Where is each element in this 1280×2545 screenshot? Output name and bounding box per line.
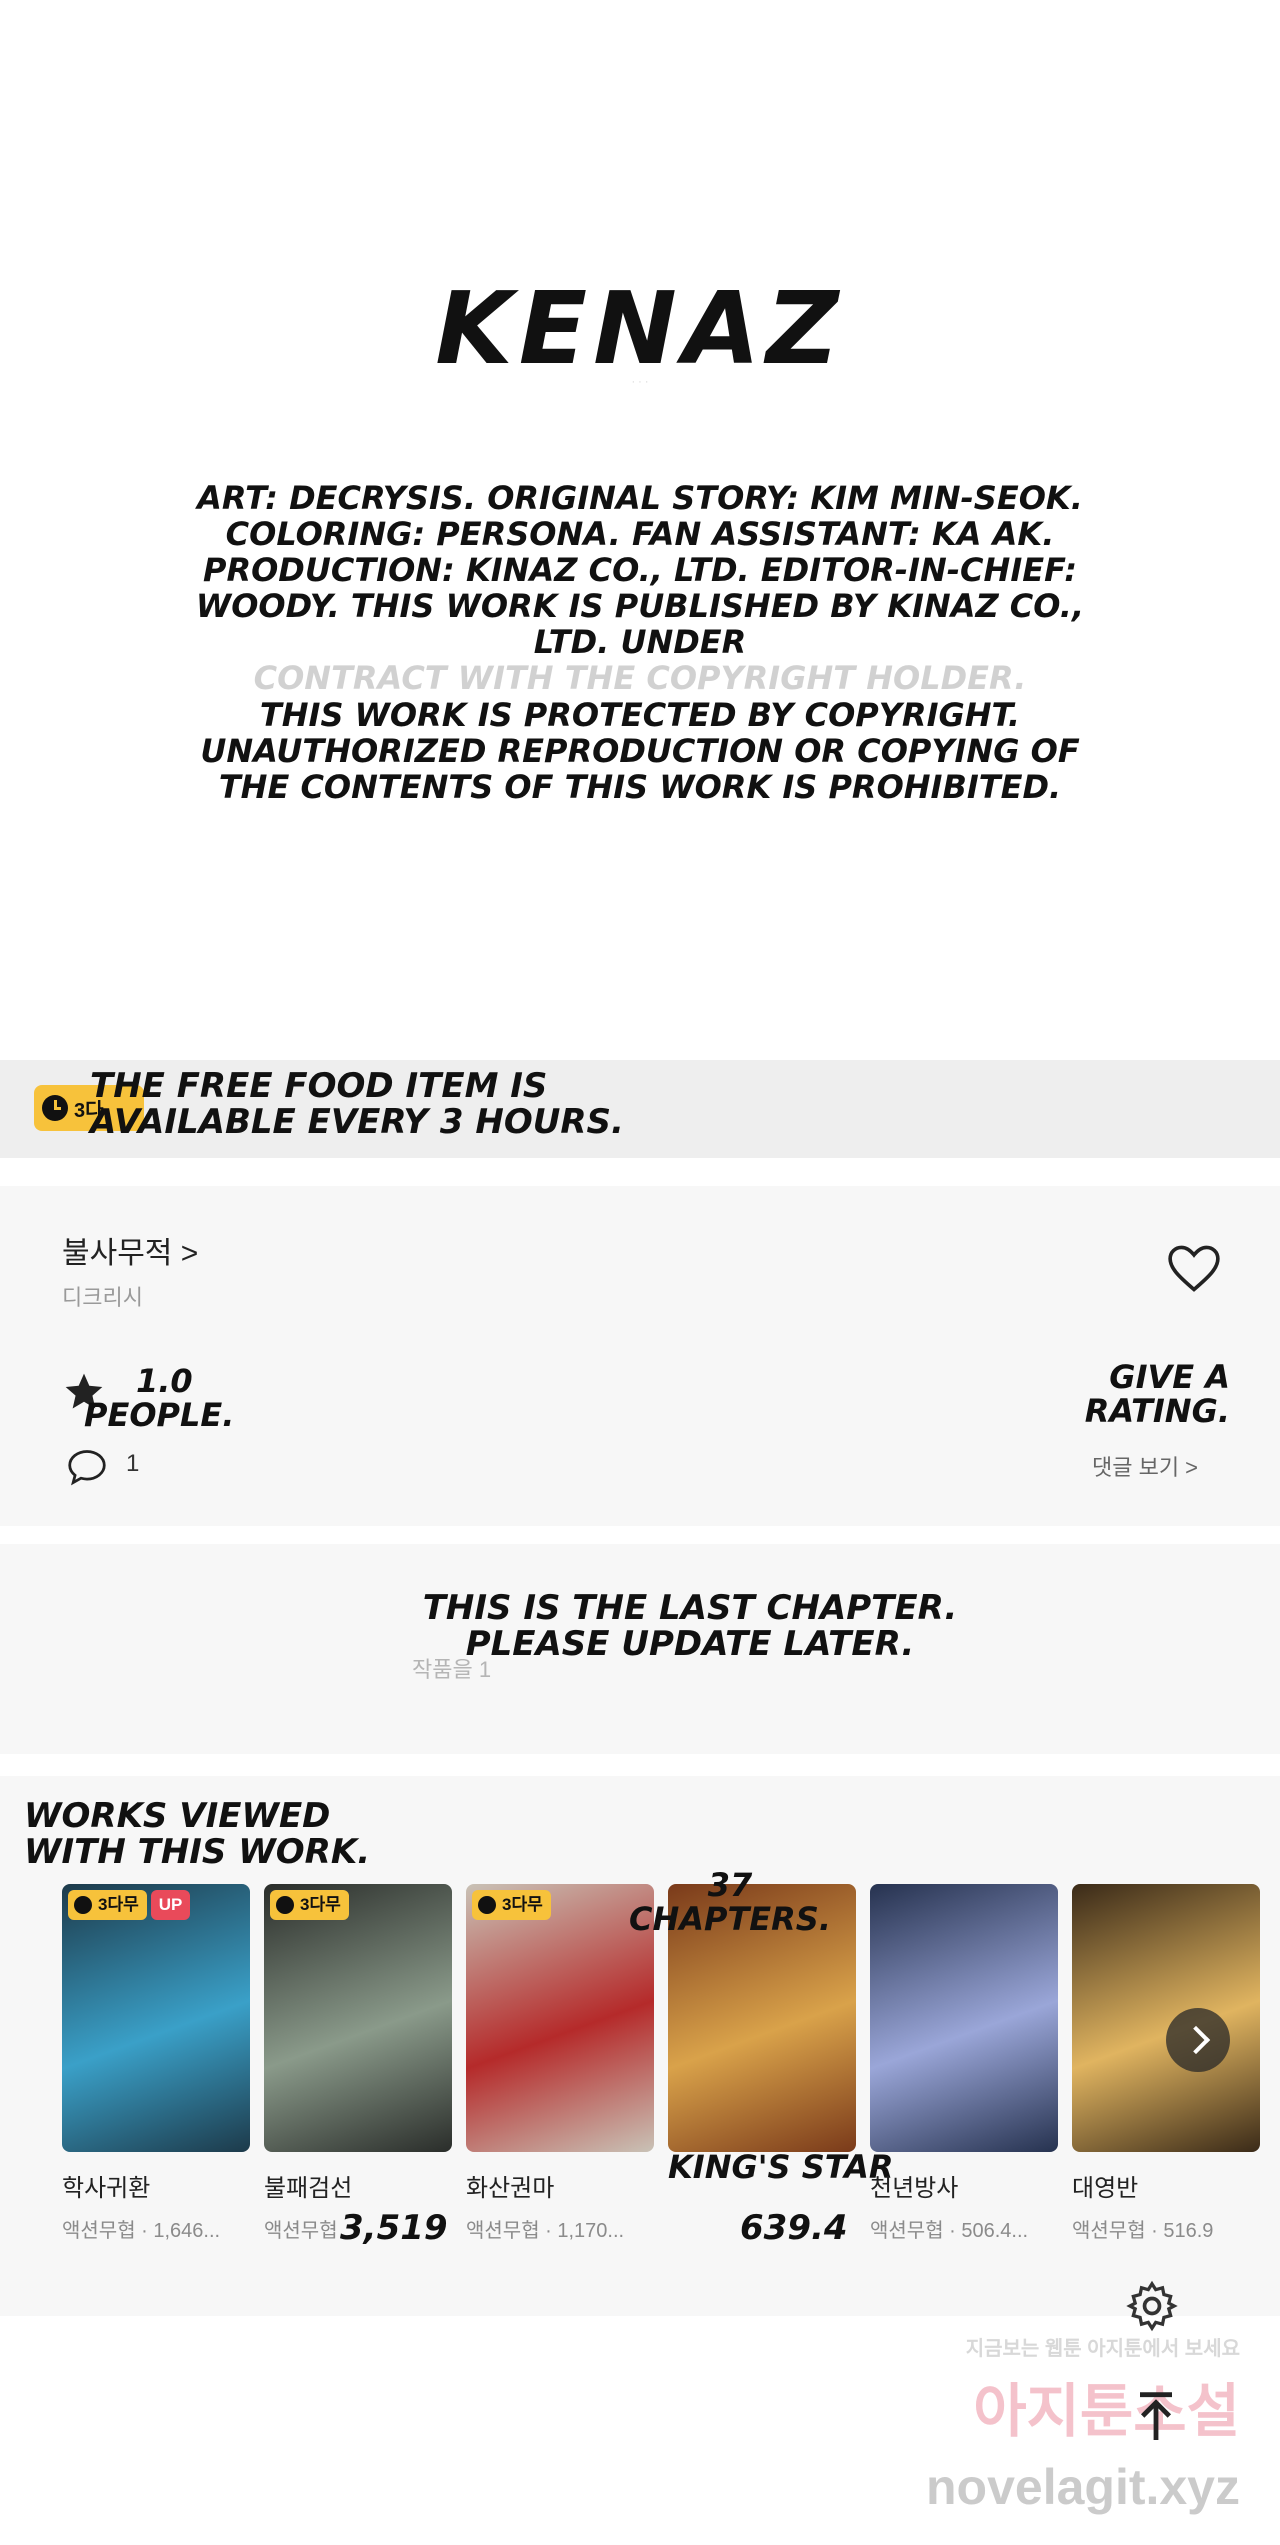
- rec-meta: 액션무협 · 506.4...: [870, 2220, 1029, 2242]
- rec-thumbnail[interactable]: [870, 1884, 1058, 2152]
- comment-count: 1: [126, 1450, 140, 1477]
- rec-badges: 3다무 UP: [68, 1890, 191, 1920]
- rec-views-count: 3,519: [340, 2208, 448, 2248]
- rec-meta: 액션무협 · 516.9: [1072, 2220, 1214, 2242]
- rec-meta: 액션무협 · 1,170...: [466, 2220, 625, 2242]
- work-title-link[interactable]: 불사무적 >: [62, 1228, 198, 1272]
- carousel-next-button[interactable]: [1166, 2008, 1230, 2072]
- rec-thumbnail[interactable]: 3다무: [264, 1884, 452, 2152]
- divider: [0, 1158, 1280, 1186]
- credits-ghost-text: CONTRACT WITH THE COPYRIGHT HOLDER.: [253, 659, 1027, 697]
- copyright-notice: THIS WORK IS PROTECTED BY COPYRIGHT. UNA…: [200, 696, 1080, 806]
- last-chapter-text: THIS IS THE LAST CHAPTER. PLEASE UPDATE …: [422, 1588, 958, 1664]
- rec-thumbnail[interactable]: [1072, 1884, 1260, 2152]
- studio-logo: KENAZ: [435, 270, 845, 387]
- logo-subtitle: · · ·: [631, 376, 649, 388]
- rec-thumbnail[interactable]: 3다무 UP: [62, 1884, 250, 2152]
- credits-text: ART: DECRYSIS. ORIGINAL STORY: KIM MIN-S…: [190, 480, 1090, 660]
- rec-meta: 액션무협: [264, 2220, 338, 2242]
- chapters-count: 37 CHAPTERS.: [628, 1866, 831, 1938]
- scroll-top-icon[interactable]: [1124, 2384, 1188, 2448]
- rec-meta: 액션무협 · 1,646...: [62, 2220, 221, 2242]
- gear-icon[interactable]: [1124, 2278, 1180, 2334]
- rating-value: 1.0: [136, 1362, 193, 1400]
- rec-item[interactable]: [870, 1884, 1058, 2184]
- rec-title[interactable]: 천년방사: [870, 2168, 958, 2203]
- divider: [0, 1526, 1280, 1544]
- rec-title[interactable]: 학사귀환: [62, 2168, 150, 2203]
- comment-icon: [68, 1450, 106, 1486]
- rec-views-count: 639.4: [740, 2208, 848, 2248]
- up-badge: UP: [150, 1890, 191, 1920]
- rec-badges: 3다무: [270, 1890, 349, 1920]
- credits-main: ART: DECRYSIS. ORIGINAL STORY: KIM MIN-S…: [195, 479, 1085, 661]
- free-banner-text: THE FREE FOOD ITEM IS AVAILABLE EVERY 3 …: [90, 1066, 624, 1142]
- heart-icon[interactable]: [1166, 1244, 1222, 1294]
- rec-title[interactable]: 불패검선: [264, 2168, 352, 2203]
- rec-item[interactable]: 3다무: [264, 1884, 452, 2184]
- recommendations-title: WORKS VIEWED WITH THIS WORK.: [24, 1796, 371, 1872]
- work-author: 디크리시: [62, 1285, 143, 1310]
- divider: [0, 1754, 1280, 1776]
- rec-title-kings-star[interactable]: KING'S STAR: [668, 2150, 894, 2184]
- rec-title[interactable]: 대영반: [1072, 2168, 1138, 2203]
- watermark-url: novelagit.xyz: [926, 2459, 1240, 2515]
- rec-title[interactable]: 화산권마: [466, 2168, 554, 2203]
- give-rating-button[interactable]: GIVE A RATING.: [1060, 1360, 1230, 1428]
- clock-icon: [42, 1095, 68, 1121]
- rec-badges: 3다무: [472, 1890, 551, 1920]
- rec-item[interactable]: 3다무 UP: [62, 1884, 250, 2184]
- free-badge: 3다무: [68, 1890, 147, 1920]
- watermark-tagline: 지금보는 웹툰 아지툰에서 보세요: [965, 2338, 1240, 2360]
- view-comments-link[interactable]: 댓글 보기 >: [1092, 1450, 1198, 1482]
- free-badge: 3다무: [270, 1890, 349, 1920]
- rating-people: PEOPLE.: [84, 1396, 235, 1434]
- free-badge: 3다무: [472, 1890, 551, 1920]
